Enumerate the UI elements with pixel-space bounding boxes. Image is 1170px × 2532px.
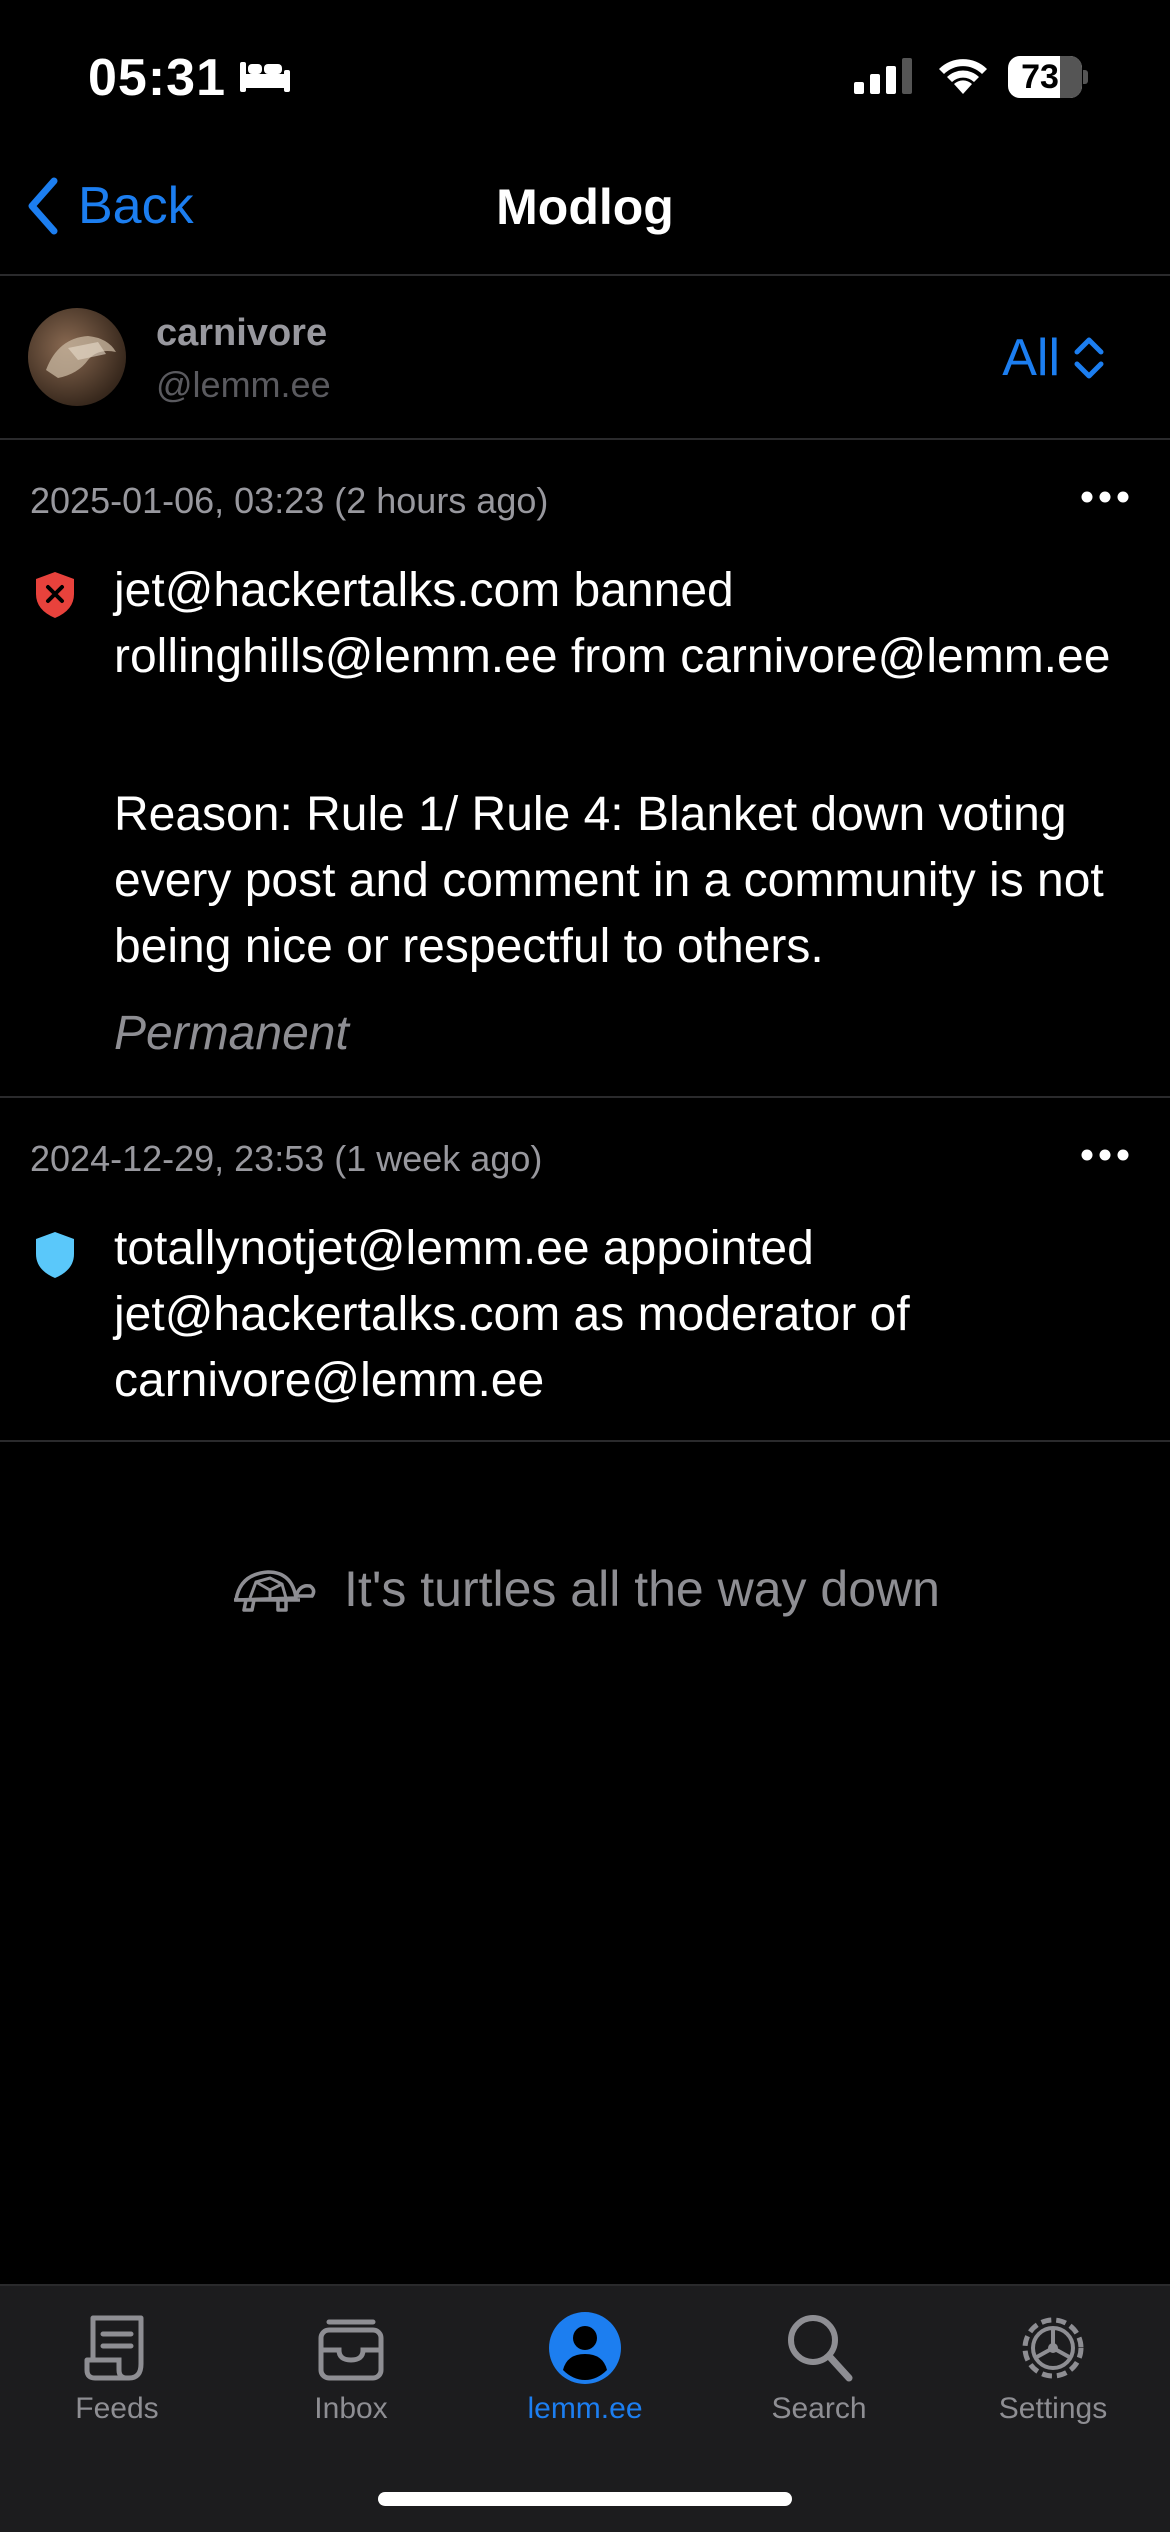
search-icon — [788, 2315, 853, 2382]
entry-action-text: jet@hackertalks.com banned rollinghills@… — [114, 564, 1111, 683]
settings-icon — [1022, 2317, 1084, 2379]
entry-action-text: totallynotjet@lemm.ee appointed jet@hack… — [114, 1222, 910, 1407]
sleep-focus-icon — [238, 58, 292, 99]
battery-level: 73 — [1021, 58, 1059, 96]
feed-end-text: It's turtles all the way down — [344, 1561, 940, 1617]
feed-end-message: It's turtles all the way down — [0, 1560, 1170, 1618]
filter-dropdown[interactable]: All — [1002, 328, 1106, 388]
community-header: carnivore @lemm.ee All — [0, 278, 1170, 440]
tab-label: lemm.ee — [527, 2392, 643, 2425]
profile-icon — [549, 2312, 621, 2384]
community-avatar[interactable] — [28, 308, 126, 406]
status-bar: 05:31 73 — [0, 0, 1170, 150]
entry-timestamp: 2024-12-29, 23:53 (1 week ago) — [30, 1138, 543, 1179]
tab-label: Search — [771, 2392, 867, 2425]
entry-reason: Reason: Rule 1/ Rule 4: Blanket down vot… — [114, 788, 1104, 973]
inbox-icon — [318, 2319, 384, 2381]
tab-settings[interactable]: Settings — [936, 2310, 1170, 2426]
moderator-shield-icon — [34, 1230, 76, 1285]
tab-label: Settings — [998, 2392, 1108, 2425]
more-options-icon[interactable] — [1080, 1148, 1130, 1167]
modlog-entry: 2024-12-29, 23:53 (1 week ago) totallyno… — [0, 1098, 1170, 1442]
tab-account[interactable]: lemm.ee — [468, 2310, 702, 2426]
entry-timestamp: 2025-01-06, 03:23 (2 hours ago) — [30, 480, 549, 521]
tab-feeds[interactable]: Feeds — [0, 2310, 234, 2426]
filter-label: All — [1002, 329, 1060, 387]
battery-icon: 73 — [1008, 56, 1088, 98]
modlog-entry: 2025-01-06, 03:23 (2 hours ago) jet@hack… — [0, 440, 1170, 1098]
navigation-bar: Back Modlog — [0, 150, 1170, 276]
tab-label: Feeds — [75, 2392, 159, 2425]
feeds-icon — [84, 2315, 144, 2381]
page-title: Modlog — [496, 179, 674, 235]
turtle-icon — [234, 1570, 316, 1612]
wifi-icon — [935, 54, 991, 101]
more-options-icon[interactable] — [1080, 490, 1130, 509]
community-name: carnivore — [156, 312, 328, 354]
ban-shield-icon — [34, 570, 76, 625]
tab-inbox[interactable]: Inbox — [234, 2310, 468, 2426]
cellular-signal-icon — [852, 56, 914, 101]
community-instance: @lemm.ee — [156, 364, 331, 405]
home-indicator[interactable] — [378, 2492, 792, 2506]
tab-label: Inbox — [314, 2392, 388, 2425]
tab-search[interactable]: Search — [702, 2310, 936, 2426]
entry-duration: Permanent — [114, 1007, 349, 1060]
status-time: 05:31 — [88, 49, 226, 107]
chevron-up-down-icon — [1074, 337, 1104, 379]
